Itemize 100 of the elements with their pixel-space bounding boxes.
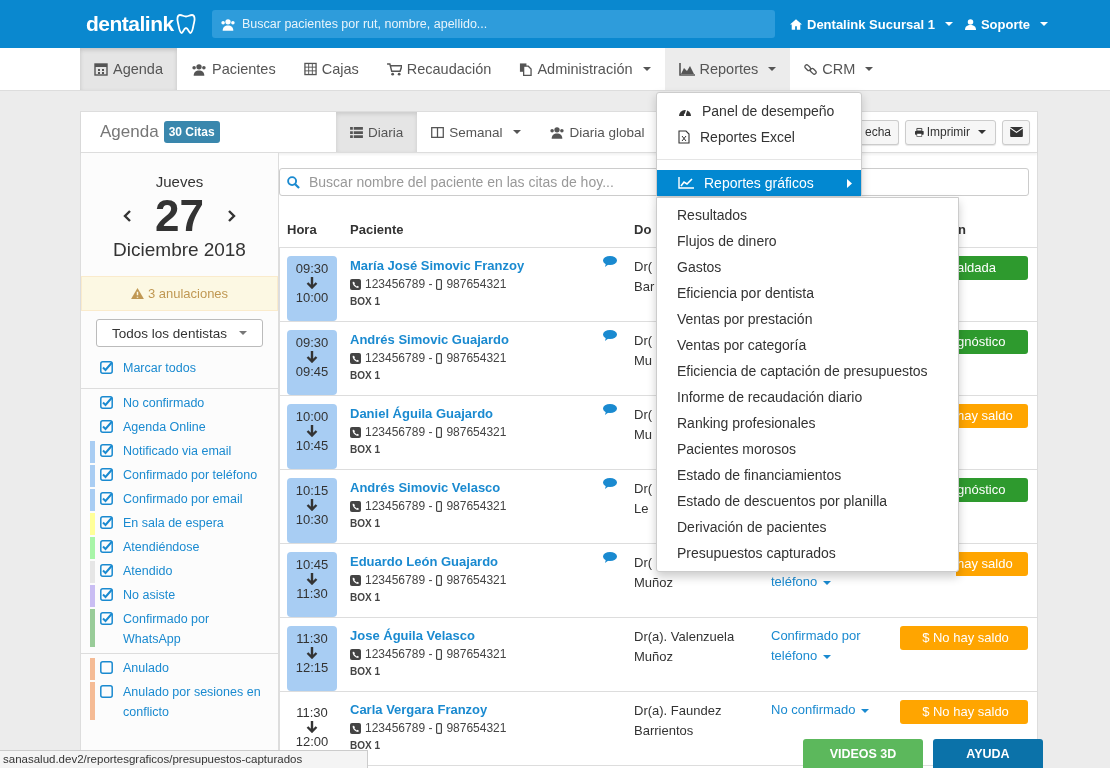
checkbox[interactable] xyxy=(100,420,113,433)
nav-tab[interactable]: Agenda xyxy=(80,48,177,90)
filter-label[interactable]: Confirmado por teléfono xyxy=(123,465,258,485)
month-label: Diciembre xyxy=(113,239,199,261)
filter-label[interactable]: Agenda Online xyxy=(123,417,206,437)
menu-item[interactable]: Ventas por categoría xyxy=(657,332,958,358)
nav-tab[interactable]: Administración xyxy=(505,48,665,90)
link-url-status: sanasalud.dev2/reportesgraficos/presupuestos-capturados xyxy=(0,750,368,768)
date-button[interactable]: echa xyxy=(861,119,899,145)
patient-name-link[interactable]: Jose Águila Velasco xyxy=(350,626,475,646)
nav-tab[interactable]: CRM xyxy=(790,48,888,90)
menu-item[interactable]: Flujos de dinero xyxy=(657,228,958,254)
help-button[interactable]: AYUDA xyxy=(933,739,1043,768)
comment-icon[interactable] xyxy=(603,404,617,415)
checkbox[interactable] xyxy=(100,468,113,481)
phone-icon xyxy=(350,648,361,660)
patient-name-link[interactable]: Daniel Águila Guajardo xyxy=(350,404,494,424)
nav-tab[interactable]: Pacientes xyxy=(177,48,290,90)
checkbox[interactable] xyxy=(100,588,113,601)
view-tab[interactable]: Diaria global xyxy=(534,112,659,152)
comment-icon[interactable] xyxy=(603,552,617,563)
menu-item[interactable]: Pacientes morosos xyxy=(657,436,958,462)
filter-label[interactable]: Confirmado por WhatsApp xyxy=(123,609,263,649)
patient-name-link[interactable]: Eduardo León Guajardo xyxy=(350,552,499,572)
user-dropdown[interactable]: Soporte xyxy=(964,16,1048,32)
checkbox[interactable] xyxy=(100,492,113,505)
menu-item[interactable]: Derivación de pacientes xyxy=(657,514,958,540)
nav-tab[interactable]: Cajas xyxy=(289,48,373,90)
envelope-icon xyxy=(1009,127,1023,137)
status-dropdown[interactable]: teléfono xyxy=(771,572,831,592)
menu-item[interactable]: Estado de descuentos por planilla xyxy=(657,488,958,514)
filter-label[interactable]: Atendido xyxy=(123,561,173,581)
checkbox[interactable] xyxy=(100,685,113,698)
nav-tab[interactable]: Recaudación xyxy=(372,48,506,90)
filter-label[interactable]: Notificado via email xyxy=(123,441,232,461)
area-chart-icon xyxy=(678,62,695,76)
menu-item[interactable]: Eficiencia por dentista xyxy=(657,280,958,306)
doctor-name: Mu xyxy=(634,426,653,444)
time-block: 09:30 10:00 xyxy=(287,256,337,321)
menu-item[interactable]: Estado de financiamientos xyxy=(657,462,958,488)
down-arrow-icon xyxy=(306,647,318,659)
mobile-number: 987654321 xyxy=(446,425,507,439)
menu-item[interactable]: Ranking profesionales xyxy=(657,410,958,436)
checkbox[interactable] xyxy=(100,444,113,457)
mobile-phone-icon xyxy=(436,426,443,438)
comment-icon[interactable] xyxy=(603,330,617,341)
logo[interactable]: dentalink xyxy=(86,12,174,36)
patient-name-link[interactable]: Andrés Simovic Guajardo xyxy=(350,330,509,350)
down-arrow-icon xyxy=(306,425,318,437)
checkbox[interactable] xyxy=(100,661,113,674)
menu-item[interactable]: Gastos xyxy=(657,254,958,280)
filter-label[interactable]: Anulado por sesiones en conflicto xyxy=(123,682,263,722)
user-icon xyxy=(964,18,976,30)
menu-item[interactable]: Reportes gráficos xyxy=(657,170,861,196)
day-number: 27 xyxy=(155,190,204,242)
status-dropdown[interactable]: No confirmado xyxy=(771,700,870,720)
mobile-phone-icon xyxy=(436,352,443,364)
view-tab[interactable]: Diaria xyxy=(336,112,418,152)
filter-label[interactable]: Anulado xyxy=(123,658,169,678)
email-button[interactable] xyxy=(1002,119,1030,145)
nav-tab[interactable]: Reportes xyxy=(664,48,791,90)
chevron-right-icon xyxy=(227,210,236,222)
patient-name-link[interactable]: Carla Vergara Franzoy xyxy=(350,700,488,720)
warning-icon xyxy=(130,288,144,299)
checkbox[interactable] xyxy=(100,516,113,529)
checkbox[interactable] xyxy=(100,361,113,374)
view-tab[interactable]: Semanal xyxy=(417,112,535,152)
down-arrow-icon xyxy=(306,499,318,511)
menu-item[interactable]: Presupuestos capturados xyxy=(657,540,958,566)
doctor-name: Barrientos xyxy=(634,722,694,740)
comment-icon[interactable] xyxy=(603,256,617,267)
menu-item[interactable]: Panel de desempeño xyxy=(657,98,861,124)
filter-label[interactable]: Confirmado por email xyxy=(123,489,243,509)
down-arrow-icon xyxy=(306,721,318,733)
menu-item[interactable]: Resultados xyxy=(657,202,958,228)
comment-icon[interactable] xyxy=(603,478,617,489)
filter-label[interactable]: En sala de espera xyxy=(123,513,224,533)
checkbox[interactable] xyxy=(100,540,113,553)
menu-item[interactable]: Ventas por prestación xyxy=(657,306,958,332)
menu-item[interactable]: Eficiencia de captación de presupuestos xyxy=(657,358,958,384)
doctor-name: Bar xyxy=(634,278,655,296)
branch-dropdown[interactable]: Dentalink Sucursal 1 xyxy=(790,16,953,32)
weekday-label: Jueves xyxy=(154,173,205,190)
filter-label[interactable]: No confirmado xyxy=(123,393,205,413)
patient-search-field[interactable]: Buscar pacientes por rut, nombre, apellido... xyxy=(212,10,775,38)
checkbox[interactable] xyxy=(100,564,113,577)
filter-label[interactable]: Atendiéndose xyxy=(123,537,200,557)
patient-name-link[interactable]: María José Simovic Franzoy xyxy=(350,256,525,276)
status-dropdown[interactable]: Confirmado por teléfono xyxy=(771,626,900,666)
checkbox[interactable] xyxy=(100,396,113,409)
documents-icon xyxy=(519,62,533,76)
print-button[interactable]: Imprimir xyxy=(905,119,996,145)
checkbox[interactable] xyxy=(100,612,113,625)
patient-name-link[interactable]: Andrés Simovic Velasco xyxy=(350,478,501,498)
menu-item[interactable]: Reportes Excel xyxy=(657,124,861,150)
filter-label[interactable]: Marcar todos xyxy=(123,358,196,378)
dentist-select[interactable]: Todos los dentistas xyxy=(96,319,263,347)
menu-item[interactable]: Informe de recaudación diario xyxy=(657,384,958,410)
filter-label[interactable]: No asiste xyxy=(123,585,176,605)
doctor-name: Dr(a). Faundez xyxy=(634,702,722,720)
